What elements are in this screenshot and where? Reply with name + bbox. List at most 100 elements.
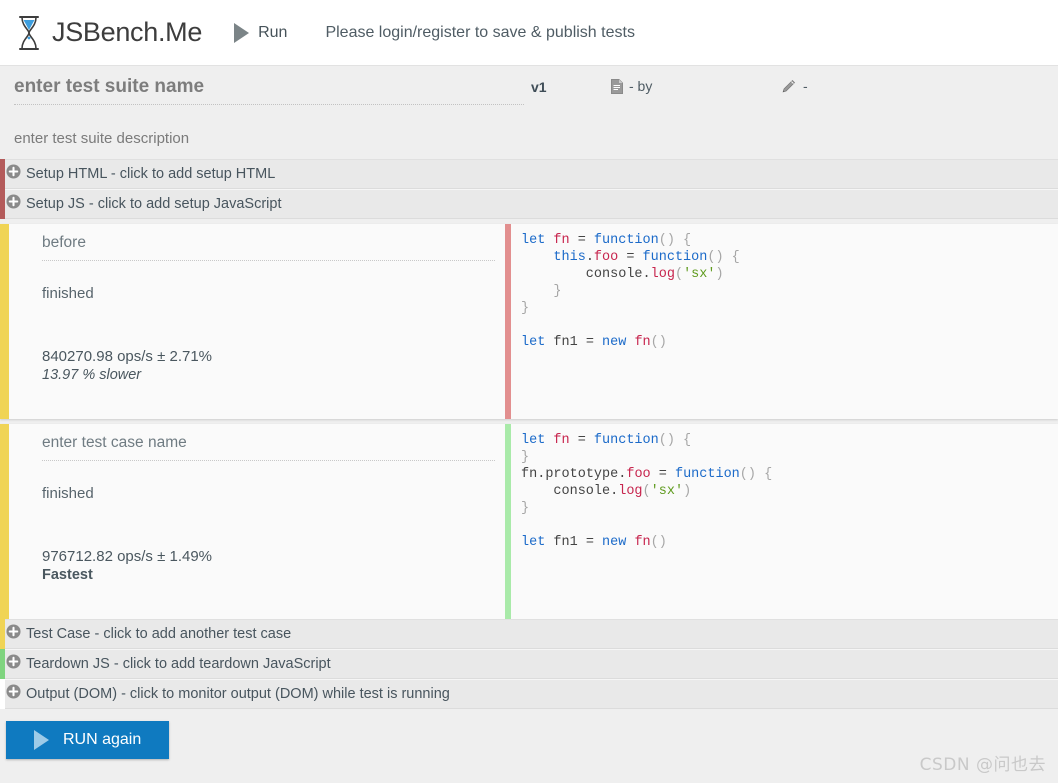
plus-circle-icon [6, 624, 26, 644]
play-triangle-icon [234, 22, 250, 43]
bottom-strip-accent-bar [0, 619, 5, 649]
test-case-accent-bar [0, 424, 9, 619]
brand-logo[interactable]: JSBench.Me [14, 15, 202, 51]
suite-author-text: - by [629, 78, 653, 94]
code-token: } [521, 501, 530, 516]
code-token: foo [626, 467, 651, 482]
code-token: . [585, 250, 594, 265]
hourglass-icon [14, 15, 44, 51]
test-case-code-editor[interactable]: let fn = function() { } fn.prototype.foo… [511, 424, 1058, 619]
run-again-button[interactable]: RUN again [6, 721, 170, 759]
action-strip[interactable]: Teardown JS - click to add teardown Java… [0, 649, 1058, 679]
action-strip[interactable]: Setup JS - click to add setup JavaScript [0, 189, 1058, 219]
code-token: let [521, 233, 554, 248]
test-case-status: finished [42, 285, 94, 302]
code-token: . [642, 267, 651, 282]
test-case-name-input[interactable]: enter test case name [42, 434, 495, 461]
code-token: } [521, 301, 530, 316]
setup-strips-container: Setup HTML - click to add setup HTML Setu… [0, 159, 1058, 219]
setup-accent-bar [0, 159, 5, 219]
test-case-ops: 976712.82 ops/s ± 1.49% [42, 548, 213, 565]
plus-circle-icon [6, 654, 26, 674]
code-token: function [642, 250, 708, 265]
action-strip-label: Setup JS - click to add setup JavaScript [26, 196, 282, 212]
suite-header: enter test suite name v1 - by - enter te… [0, 66, 1058, 159]
test-case-relative: 13.97 % slower [42, 367, 142, 383]
suite-name-input[interactable]: enter test suite name [14, 76, 524, 105]
test-case-code-panel: let fn = function() { } fn.prototype.foo… [505, 424, 1058, 619]
suite-title-row: enter test suite name v1 - by - [14, 76, 1044, 105]
code-token: () { [658, 233, 692, 248]
plus-circle-icon [6, 194, 26, 214]
code-token: 'sx' [650, 484, 684, 499]
brand-name: JSBench.Me [52, 17, 203, 47]
code-token: () [650, 535, 667, 550]
play-triangle-icon [34, 730, 49, 750]
suite-edited-meta: - [781, 76, 808, 94]
code-token: () [650, 335, 667, 350]
code-token: ) [715, 267, 724, 282]
test-case-info: before finished 840270.98 ops/s ± 2.71% 13.… [9, 224, 505, 419]
bottom-strip-wrap: Output (DOM) - click to monitor output (… [0, 679, 1058, 709]
run-bar: RUN again [0, 709, 1058, 771]
document-icon [611, 78, 623, 94]
app-root: JSBench.Me Run Please login/register to … [0, 0, 1058, 783]
code-token: = [569, 433, 594, 448]
code-token: } [521, 450, 530, 465]
bottom-strip-accent-bar [0, 679, 5, 709]
code-token: () { [707, 250, 740, 265]
code-token: let [521, 433, 554, 448]
suite-description-input[interactable]: enter test suite description [14, 130, 1044, 147]
run-again-label: RUN again [63, 731, 142, 748]
action-strip-label: Teardown JS - click to add teardown Java… [26, 656, 331, 672]
code-token: fn [521, 467, 538, 482]
bottom-strip-wrap: Teardown JS - click to add teardown Java… [0, 649, 1058, 679]
plus-circle-icon [6, 684, 26, 704]
code-token: fn1 [553, 335, 578, 350]
test-case-code-editor[interactable]: let fn = function() { this.foo = functio… [511, 224, 1058, 419]
nav-run-label: Run [258, 23, 288, 41]
test-case-ops: 840270.98 ops/s ± 2.71% [42, 348, 213, 365]
nav-run-button[interactable]: Run [234, 22, 288, 43]
code-token: = [618, 250, 643, 265]
action-strip[interactable]: Setup HTML - click to add setup HTML [0, 159, 1058, 189]
test-case-accent-bar [0, 224, 9, 419]
suite-edited-text: - [803, 78, 808, 94]
test-cases-container: before finished 840270.98 ops/s ± 2.71% 13.… [0, 224, 1058, 619]
code-token: log [618, 484, 643, 499]
code-token: new [602, 535, 635, 550]
code-token: fn [634, 535, 651, 550]
code-token: = [569, 233, 594, 248]
action-strip[interactable]: Test Case - click to add another test ca… [0, 619, 1058, 649]
test-case-row: before finished 840270.98 ops/s ± 2.71% 13.… [0, 224, 1058, 419]
watermark: CSDN @问也去 [919, 755, 1046, 775]
bottom-strip-wrap: Test Case - click to add another test ca… [0, 619, 1058, 649]
code-token: ( [674, 267, 684, 282]
action-strip-label: Test Case - click to add another test ca… [26, 626, 292, 642]
bottom-strips-container: Test Case - click to add another test ca… [0, 619, 1058, 709]
code-token: console [521, 484, 611, 499]
code-token: = [650, 467, 675, 482]
code-token: fn [553, 433, 570, 448]
test-case-status: finished [42, 485, 94, 502]
code-token: fn1 [553, 535, 578, 550]
test-case-info-panel: before finished 840270.98 ops/s ± 2.71% 13.… [0, 224, 505, 419]
action-strip-label: Output (DOM) - click to monitor output (… [26, 686, 450, 702]
code-token: = [577, 535, 603, 550]
code-token: 'sx' [683, 267, 716, 282]
code-token: log [650, 267, 675, 282]
code-token: prototype [545, 467, 619, 482]
code-token: () { [739, 467, 773, 482]
test-case-code-panel: let fn = function() { this.foo = functio… [505, 224, 1058, 419]
test-case-relative: Fastest [42, 567, 93, 583]
login-register-notice[interactable]: Please login/register to save & publish … [325, 24, 635, 42]
code-token: = [577, 335, 603, 350]
action-strip[interactable]: Output (DOM) - click to monitor output (… [0, 679, 1058, 709]
code-token: this [553, 250, 586, 265]
suite-version: v1 [531, 79, 547, 95]
test-case-name-input[interactable]: before [42, 234, 495, 261]
code-token: function [593, 233, 659, 248]
test-case-info: enter test case name finished 976712.82 op… [9, 424, 505, 619]
code-token: ) [683, 484, 692, 499]
